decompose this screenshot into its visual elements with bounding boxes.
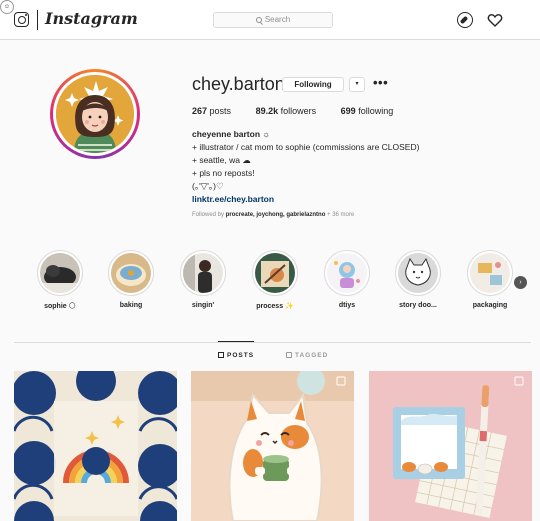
highlight-label: singin' [191,302,215,309]
tab-tagged[interactable]: TAGGED [286,352,328,359]
posts-stat: 267 posts [192,106,232,116]
highlight-packaging[interactable]: packaging [465,250,515,309]
highlight-label: sophie 🌕 [44,303,76,310]
top-nav: Instagram Search ☺ [0,0,540,40]
heart-icon[interactable] [487,12,503,28]
profile-bio: cheyenne barton ☼ + illustrator / cat mo… [192,128,512,206]
bio-link[interactable]: linktr.ee/chey.barton [192,193,512,206]
avatar [56,75,134,153]
bio-line: + pls no reposts! [192,168,255,178]
highlight-cover [470,253,510,293]
following-stat[interactable]: 699 following [341,106,394,116]
search-input[interactable]: Search [213,12,333,28]
bio-line: (｡'▽'｡)♡ [192,181,224,191]
post-image [191,371,354,521]
search-icon [255,16,262,23]
post-image [369,371,532,521]
tagged-icon [286,352,292,358]
highlight-baking[interactable]: baking [106,250,156,309]
highlight-label: process ✨ [256,303,294,310]
highlight-singin[interactable]: singin' [178,250,228,309]
compass-icon[interactable] [457,12,473,28]
suggested-dropdown-button[interactable]: ▾ [349,77,365,92]
highlight-story-doodles[interactable]: story doo... [393,250,443,309]
highlights-next-button[interactable]: › [514,276,527,289]
instagram-wordmark[interactable]: Instagram [45,9,138,28]
avatar-story-ring[interactable] [50,69,140,159]
highlight-label: dtiys [338,302,356,309]
followed-by[interactable]: Followed by procreate, joychong, gabriel… [192,212,354,218]
post-image [14,371,177,521]
highlight-cover [327,253,367,293]
highlight-cover [111,253,151,293]
highlight-sophie[interactable]: sophie 🌕 [35,250,85,310]
grid-icon [218,352,224,358]
tab-posts[interactable]: POSTS [218,352,254,359]
highlight-cover [255,253,295,293]
profile-username: chey.barton [192,74,285,94]
highlight-dtiys[interactable]: dtiys [322,250,372,309]
nav-divider [37,10,38,30]
more-options-button[interactable]: ••• [373,75,388,90]
highlight-process[interactable]: process ✨ [250,250,300,310]
highlight-label: packaging [472,302,508,309]
tabs-divider [14,342,531,343]
display-name: cheyenne barton ☼ [192,129,271,139]
highlight-cover [183,253,223,293]
active-tab-indicator [218,341,254,342]
post-tile[interactable] [191,371,354,521]
bio-line: + seattle, wa ☁ [192,155,251,165]
followers-stat[interactable]: 89.2k followers [256,106,317,116]
highlight-label: baking [119,302,143,309]
profile-stats: 267 posts 89.2k followers 699 following [192,106,415,116]
search-placeholder: Search [264,15,291,24]
bio-line: + illustrator / cat mom to sophie (commi… [192,142,420,152]
instagram-glyph-icon[interactable] [14,12,29,27]
following-button[interactable]: Following [282,77,344,92]
post-tile[interactable] [14,371,177,521]
profile-icon[interactable]: ☺ [0,0,14,14]
highlight-label: story doo... [399,302,437,309]
post-tile[interactable] [369,371,532,521]
highlight-cover [40,253,80,293]
highlight-cover [398,253,438,293]
